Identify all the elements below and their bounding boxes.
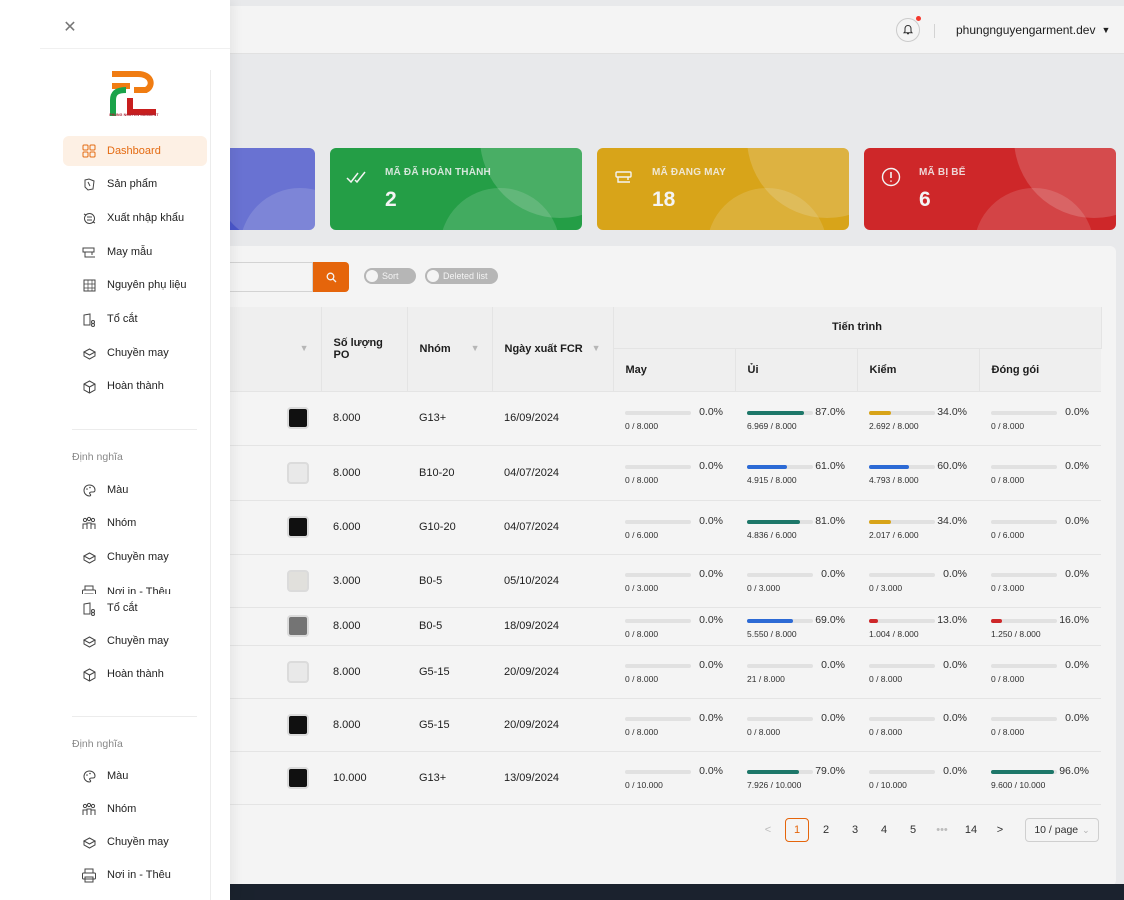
sidebar-drawer: ✕ PHUNG NGUYEN GARMENT Dashboard Sản phẩ… xyxy=(0,0,230,900)
sidebar-item-print-embroidery[interactable]: Nơi in - Thêu xyxy=(63,580,207,594)
group-people-icon xyxy=(81,801,97,817)
sidebar-item-label: Nhóm xyxy=(107,803,137,815)
sidebar-item-label: May mẫu xyxy=(107,246,153,258)
drawer-header-divider xyxy=(40,48,230,49)
sewing-line-icon xyxy=(81,834,97,850)
color-palette-icon xyxy=(81,768,97,784)
sidebar-item-label: Chuyền may xyxy=(107,347,169,359)
sidebar-item-sample-sewing[interactable]: May mẫu xyxy=(63,237,207,267)
sidebar-item-label: Xuất nhập khẩu xyxy=(107,212,185,224)
sidebar-item-label: Tổ cắt xyxy=(107,313,138,325)
sidebar-item-label: Chuyền may xyxy=(107,635,169,647)
cutting-icon xyxy=(81,600,97,616)
sidebar-item-label: Hoàn thành xyxy=(107,380,164,392)
sidebar-item-label: Dashboard xyxy=(107,145,161,157)
sidebar-border xyxy=(210,70,211,900)
materials-icon xyxy=(81,277,97,293)
sidebar-item-colors[interactable]: Màu xyxy=(63,475,207,505)
sidebar-item-products[interactable]: Sản phẩm xyxy=(63,169,207,199)
sidebar-item-sewing-line-2[interactable]: Chuyền may xyxy=(63,827,207,857)
sewing-line-icon xyxy=(81,549,97,565)
import-export-icon xyxy=(81,210,97,226)
menu-divider xyxy=(72,716,197,717)
sidebar-item-label: Nguyên phụ liệu xyxy=(107,279,187,291)
sidebar-item-materials[interactable]: Nguyên phụ liệu xyxy=(63,270,207,300)
sidebar-item-completed[interactable]: Hoàn thành xyxy=(63,371,207,401)
sidebar-item-label: Màu xyxy=(107,770,129,782)
sidebar-item-label: Màu xyxy=(107,484,129,496)
close-icon[interactable]: ✕ xyxy=(62,19,78,36)
product-icon xyxy=(81,176,97,192)
sidebar-item-sewing-line-def[interactable]: Chuyền may xyxy=(63,542,207,572)
dashboard-icon xyxy=(81,143,97,159)
sidebar-item-label: Chuyền may xyxy=(107,551,169,563)
menu-divider xyxy=(72,429,197,430)
sidebar-item-import-export[interactable]: Xuất nhập khẩu xyxy=(63,203,207,233)
completed-box-icon xyxy=(81,378,97,394)
logo-text: PHUNG NGUYEN GARMENT xyxy=(109,113,159,117)
sidebar-item-completed-dup[interactable]: Hoàn thành xyxy=(63,659,207,689)
color-palette-icon xyxy=(81,482,97,498)
sidebar-item-print-embroidery-2[interactable]: Nơi in - Thêu xyxy=(63,860,207,890)
sidebar-item-label: Hoàn thành xyxy=(107,668,164,680)
clipped-menu-row: Nơi in - Thêu xyxy=(63,580,207,594)
sidebar-item-cutting-dup[interactable]: Tổ cắt xyxy=(63,593,207,623)
sewing-line-icon xyxy=(81,633,97,649)
sidebar-item-label: Tổ cắt xyxy=(107,602,138,614)
sidebar-item-colors-2[interactable]: Màu xyxy=(63,761,207,791)
sidebar-item-groups[interactable]: Nhóm xyxy=(63,508,207,538)
group-title-definitions: Định nghĩa xyxy=(72,451,123,463)
sidebar-item-groups-2[interactable]: Nhóm xyxy=(63,794,207,824)
sidebar-item-label: Sản phẩm xyxy=(107,178,158,190)
sidebar-item-sewing-line[interactable]: Chuyền may xyxy=(63,338,207,368)
sidebar-item-dashboard[interactable]: Dashboard xyxy=(63,136,207,166)
cutting-icon xyxy=(81,311,97,327)
completed-box-icon xyxy=(81,666,97,682)
sidebar-item-label: Nơi in - Thêu xyxy=(107,869,171,881)
sidebar-item-sewing-line-dup[interactable]: Chuyền may xyxy=(63,626,207,656)
sidebar-item-cutting[interactable]: Tổ cắt xyxy=(63,304,207,334)
printer-icon xyxy=(81,867,97,883)
sewing-line-icon xyxy=(81,345,97,361)
group-title-definitions-2: Định nghĩa xyxy=(72,738,123,750)
group-people-icon xyxy=(81,515,97,531)
sidebar-item-label: Chuyền may xyxy=(107,836,169,848)
sewing-machine-icon xyxy=(81,244,97,260)
sidebar-item-label: Nhóm xyxy=(107,517,137,529)
